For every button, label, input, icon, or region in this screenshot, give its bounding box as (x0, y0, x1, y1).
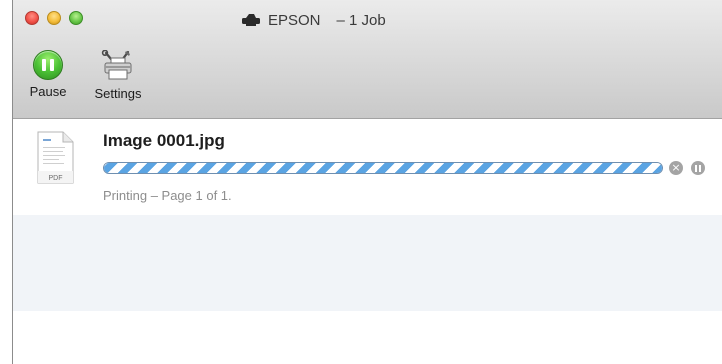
printer-icon (242, 14, 260, 26)
title-toolbar: EPSON – 1 Job Pause Settings (13, 0, 722, 119)
empty-list-row (13, 215, 722, 311)
settings-button[interactable]: Settings (85, 50, 151, 101)
job-progress-fill (104, 163, 662, 173)
cancel-job-button[interactable]: × (669, 161, 683, 175)
pdf-label: PDF (49, 175, 63, 182)
job-progress-bar (103, 162, 663, 174)
job-row[interactable]: PDF Image 0001.jpg × Printing – Page 1 o… (13, 119, 722, 215)
minimize-window-button[interactable] (47, 11, 61, 25)
printer-name: EPSON (268, 11, 321, 29)
job-list: PDF Image 0001.jpg × Printing – Page 1 o… (13, 119, 722, 364)
close-icon: × (671, 161, 681, 174)
print-queue-window: EPSON – 1 Job Pause Settings PDF Image 0… (12, 0, 722, 364)
printer-settings-icon (101, 50, 132, 80)
zoom-window-button[interactable] (69, 11, 83, 25)
job-name: Image 0001.jpg (103, 131, 225, 150)
pause-label: Pause (29, 84, 67, 99)
job-status: Printing – Page 1 of 1. (103, 188, 232, 203)
settings-label: Settings (94, 86, 142, 101)
window-title: EPSON – 1 Job (241, 10, 386, 30)
close-window-button[interactable] (25, 11, 39, 25)
pause-icon (33, 50, 63, 80)
hold-job-button[interactable] (691, 161, 705, 175)
pause-icon (695, 164, 697, 172)
job-count: – 1 Job (336, 11, 386, 29)
pause-button[interactable]: Pause (26, 50, 70, 99)
pdf-document-icon: PDF (37, 131, 74, 184)
